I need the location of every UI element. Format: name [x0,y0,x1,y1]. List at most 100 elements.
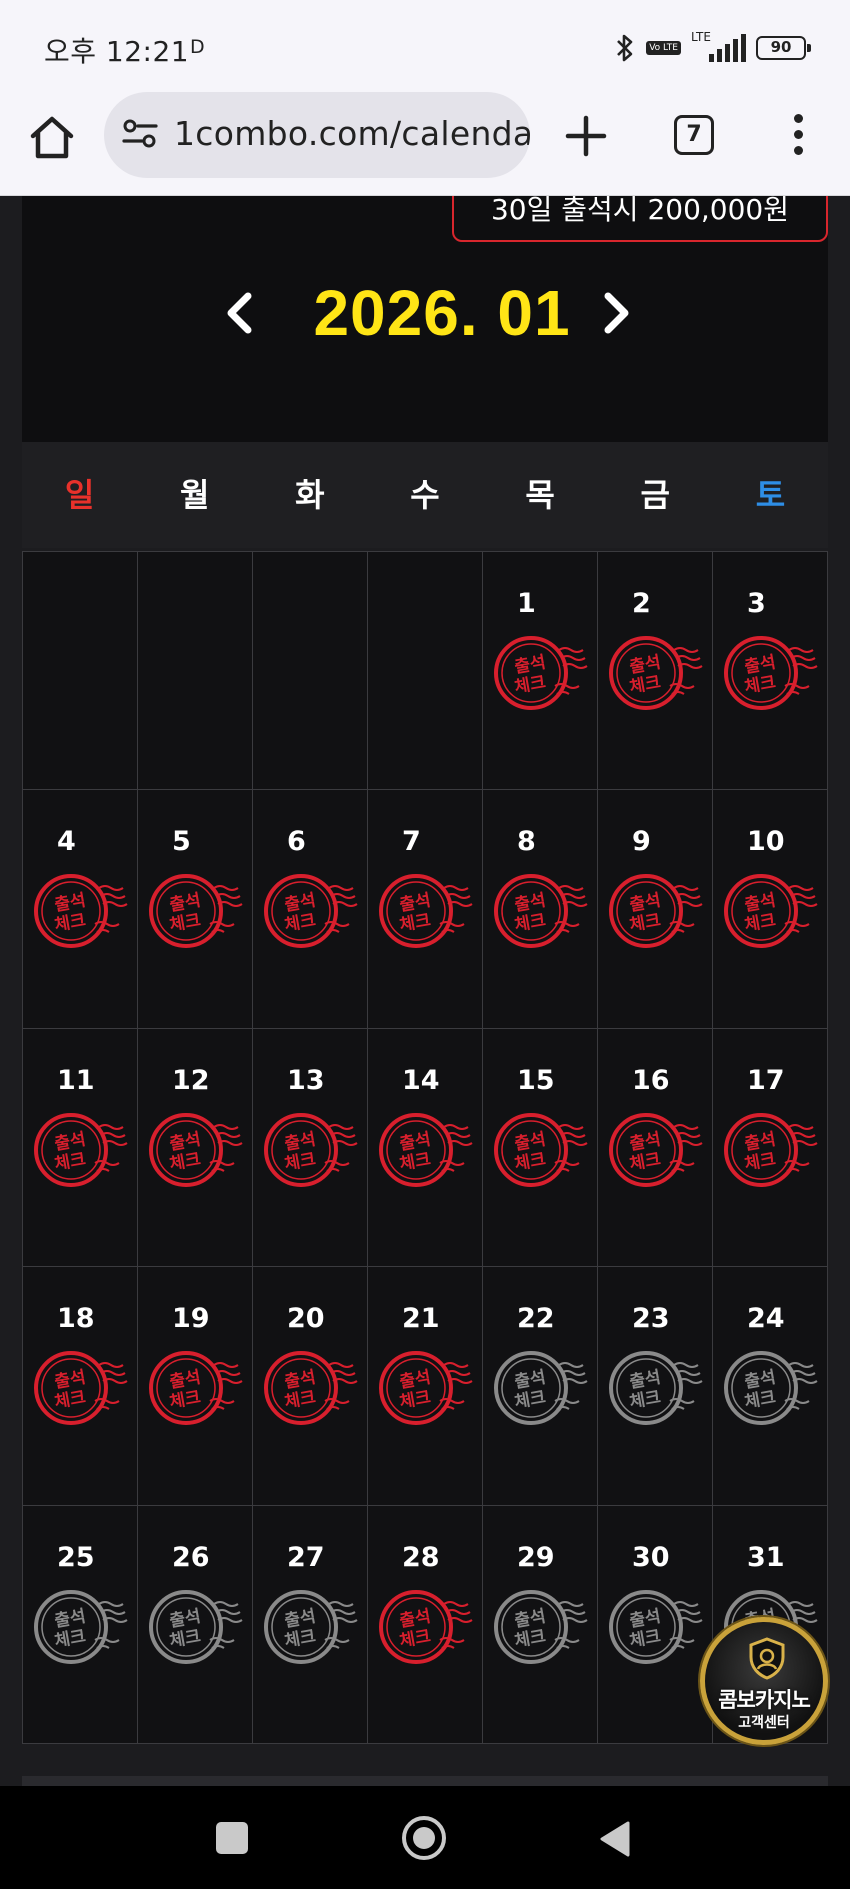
calendar-day-cell[interactable]: 9 출석 체크 [598,790,713,1029]
calendar-day-cell[interactable]: 22 출석 체크 [483,1267,598,1506]
day-number: 16 [632,1064,670,1096]
battery-level: 90 [770,38,792,56]
calendar-day-cell[interactable]: 15 출석 체크 [483,1028,598,1268]
stamp-text-bottom: 체크 [283,911,318,936]
stamp-text-bottom: 체크 [53,1149,88,1174]
stamp-text-bottom: 체크 [743,911,778,936]
stamp-text-bottom: 체크 [398,911,433,936]
stamp-text-bottom: 체크 [168,1388,203,1413]
calendar-day-cell[interactable]: 17 출석 체크 [713,1028,828,1268]
site-settings-icon[interactable] [122,118,158,150]
calendar-day-cell[interactable]: 18 출석 체크 [23,1267,138,1506]
calendar-day-cell[interactable]: 5 출석 체크 [138,790,253,1029]
day-number: 4 [57,826,76,858]
day-number: 9 [632,826,651,858]
stamp-text-bottom: 체크 [398,1149,433,1174]
calendar-day-cell[interactable]: 20 출석 체크 [253,1267,368,1506]
calendar-day-cell[interactable]: 13 출석 체크 [253,1028,368,1268]
url-text[interactable]: 1combo.com/calenda [174,114,530,153]
battery-icon: 90 [756,36,811,60]
recent-apps-icon[interactable] [216,1822,248,1854]
more-menu-icon[interactable] [786,114,810,158]
calendar-day-cell[interactable]: 8 출석 체크 [483,790,598,1029]
calendar-day-cell[interactable]: 4 출석 체크 [23,790,138,1029]
home-icon[interactable] [26,112,78,164]
calendar-day-cell[interactable]: 2 출석 체크 [598,552,713,791]
calendar-empty-cell [138,552,253,791]
stamp-text-bottom: 체크 [743,1149,778,1174]
calendar-day-cell[interactable]: 3 출석 체크 [713,552,828,791]
calendar-day-cell[interactable]: 21 출석 체크 [368,1267,483,1506]
calendar-empty-cell [253,552,368,791]
calendar-day-cell[interactable]: 11 출석 체크 [23,1028,138,1268]
day-number: 13 [287,1064,325,1096]
attendance-stamp-empty-icon: 출석체크 [609,1351,703,1426]
calendar-day-cell[interactable]: 16 출석 체크 [598,1028,713,1268]
weekday-tue: 화 [295,476,325,514]
customer-center-subtitle: 고객센터 [738,1715,790,1731]
day-number: 10 [747,826,785,858]
day-number: 18 [57,1303,95,1335]
attendance-stamp-checked-icon: 출석체크 [264,1351,358,1426]
home-nav-icon[interactable] [402,1816,446,1860]
shield-icon [749,1637,785,1680]
weekday-sat: 토 [755,476,786,514]
back-nav-icon[interactable] [598,1820,632,1858]
day-number: 26 [172,1541,210,1573]
calendar-day-cell[interactable]: 23 출석 체크 [598,1267,713,1506]
calendar-day-cell[interactable]: 14 출석 체크 [368,1028,483,1268]
attendance-stamp-empty-icon: 출석체크 [494,1351,588,1426]
calendar-day-cell[interactable]: 28 출석 체크 [368,1505,483,1744]
day-number: 20 [287,1303,325,1335]
calendar-day-cell[interactable]: 29 출석 체크 [483,1505,598,1744]
month-title: 2026. 01 [313,277,571,349]
calendar-day-cell[interactable]: 30 출석 체크 [598,1505,713,1744]
attendance-stamp-checked-icon: 출석체크 [494,636,588,710]
day-number: 28 [402,1541,440,1573]
calendar-empty-cell [368,552,483,791]
address-bar[interactable]: 1combo.com/calenda [104,92,530,178]
stamp-text-bottom: 체크 [743,1388,778,1413]
next-month-icon[interactable] [596,290,636,336]
day-number: 12 [172,1064,210,1096]
calendar-grid: 1 출석 체크 2 출석 체크 3 출석 체크 4 출석 체크 5 출석 체크 6 출석 체크 7 출석 체크 8 출석 체크… [22,551,828,1744]
customer-center-button[interactable]: 콤보카지노 고객센터 [700,1617,828,1745]
calendar-day-cell[interactable]: 25 출석 체크 [23,1505,138,1744]
attendance-stamp-checked-icon: 출석체크 [494,874,588,949]
tab-switcher-button[interactable]: 7 [674,115,714,155]
status-bar: 오후 12:21 D Vo LTE LTE 90 [0,0,850,92]
attendance-stamp-checked-icon: 출석체크 [724,636,818,710]
attendance-stamp-checked-icon: 출석체크 [379,1351,473,1426]
new-tab-icon[interactable] [562,112,610,160]
attendance-stamp-checked-icon: 출석체크 [724,1112,818,1187]
attendance-stamp-empty-icon: 출석체크 [34,1589,128,1664]
day-number: 2 [632,588,651,619]
page-footer-strip [22,1776,828,1786]
network-type: LTE [691,30,711,44]
calendar-day-cell[interactable]: 10 출석 체크 [713,790,828,1029]
calendar-day-cell[interactable]: 6 출석 체크 [253,790,368,1029]
stamp-text-bottom: 체크 [398,1626,433,1651]
stamp-text-bottom: 체크 [628,672,663,697]
calendar-day-cell[interactable]: 19 출석 체크 [138,1267,253,1506]
reward-banner: 30일 출석시 200,000원 [452,196,828,242]
calendar-day-cell[interactable]: 12 출석 체크 [138,1028,253,1268]
status-indicator: D [190,36,205,58]
day-number: 15 [517,1064,555,1096]
attendance-stamp-checked-icon: 출석체크 [494,1112,588,1187]
day-number: 17 [747,1064,785,1096]
calendar-day-cell[interactable]: 7 출석 체크 [368,790,483,1029]
weekday-sun: 일 [64,476,95,514]
stamp-text-bottom: 체크 [513,1626,548,1651]
attendance-stamp-checked-icon: 출석체크 [379,1112,473,1187]
calendar-day-cell[interactable]: 27 출석 체크 [253,1505,368,1744]
calendar-day-cell[interactable]: 26 출석 체크 [138,1505,253,1744]
calendar-day-cell[interactable]: 1 출석 체크 [483,552,598,791]
day-number: 21 [402,1303,440,1335]
prev-month-icon[interactable] [220,290,260,336]
stamp-text-bottom: 체크 [168,1626,203,1651]
volte-icon: Vo LTE [646,41,681,55]
weekday-fri: 금 [640,476,670,514]
status-time: 오후 12:21 [44,35,190,68]
calendar-day-cell[interactable]: 24 출석 체크 [713,1267,828,1506]
